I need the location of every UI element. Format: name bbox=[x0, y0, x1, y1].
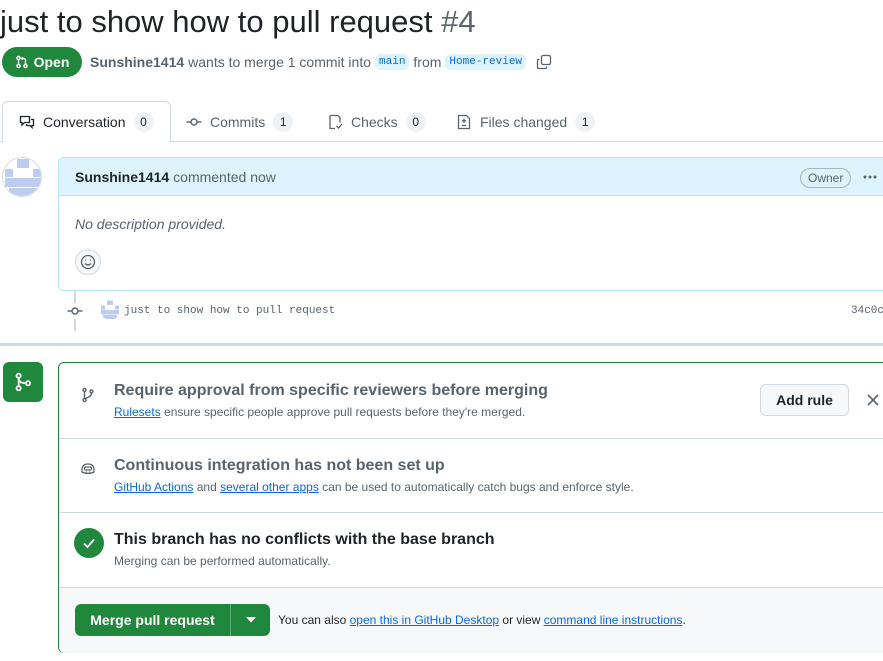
copilot-icon bbox=[77, 458, 99, 480]
pr-number: #4 bbox=[441, 4, 476, 39]
tab-conversation-label: Conversation bbox=[43, 114, 126, 130]
smiley-icon[interactable] bbox=[75, 249, 101, 275]
merge-alternatives-text: You can also open this in GitHub Desktop… bbox=[278, 613, 686, 627]
add-rule-button[interactable]: Add rule bbox=[760, 384, 849, 416]
triangle-down-icon bbox=[245, 617, 256, 623]
tab-checks[interactable]: Checks 0 bbox=[327, 101, 426, 142]
section-divider bbox=[59, 438, 883, 439]
pr-title: just to show how to pull request #4 bbox=[0, 2, 476, 42]
pr-title-text: just to show how to pull request bbox=[0, 4, 433, 39]
tab-checks-count: 0 bbox=[405, 111, 426, 132]
pr-meta-text: wants to merge 1 commit into bbox=[188, 54, 372, 70]
avatar[interactable] bbox=[100, 300, 120, 320]
git-merge-icon bbox=[3, 362, 43, 402]
timeline-divider bbox=[0, 343, 883, 346]
commit-sha-link[interactable]: 34c0c bbox=[851, 305, 883, 317]
tab-checks-label: Checks bbox=[351, 113, 398, 130]
ci-title: Continuous integration has not been set … bbox=[114, 457, 445, 474]
commit-message-link[interactable]: just to show how to pull request bbox=[124, 305, 335, 317]
head-branch[interactable]: Home-review bbox=[445, 54, 527, 70]
footer-prefix: You can also bbox=[278, 613, 347, 627]
git-pull-request-icon bbox=[15, 55, 29, 69]
comment-discussion-icon bbox=[19, 114, 35, 130]
tab-commits-count: 1 bbox=[273, 111, 294, 132]
git-branch-icon bbox=[77, 384, 99, 406]
pr-state-label: Open bbox=[33, 54, 70, 70]
merge-button-group: Merge pull request bbox=[75, 604, 270, 636]
tab-conversation-count: 0 bbox=[133, 112, 154, 132]
pr-state-badge: Open bbox=[2, 47, 82, 77]
file-diff-icon bbox=[456, 114, 472, 130]
rules-title: Require approval from specific reviewers… bbox=[114, 382, 548, 399]
tab-files-changed-label: Files changed bbox=[480, 113, 568, 130]
comment-header: Sunshine1414 commented now bbox=[59, 158, 883, 196]
conflicts-title: This branch has no conflicts with the ba… bbox=[114, 531, 495, 548]
check-icon bbox=[74, 528, 104, 558]
merge-box: Require approval from specific reviewers… bbox=[58, 362, 883, 653]
merge-options-dropdown[interactable] bbox=[230, 604, 270, 636]
pr-tabs: Conversation 0 Commits 1 Checks 0 Files … bbox=[0, 101, 883, 143]
tab-commits-label: Commits bbox=[210, 113, 266, 130]
ci-and-text: and bbox=[196, 480, 217, 494]
base-branch[interactable]: main bbox=[375, 54, 410, 70]
ci-text: can be used to automatically catch bugs … bbox=[322, 480, 634, 494]
merge-pull-request-button[interactable]: Merge pull request bbox=[75, 604, 230, 636]
command-line-instructions-link[interactable]: command line instructions bbox=[544, 613, 683, 627]
git-commit-icon bbox=[66, 303, 84, 319]
pr-meta: Sunshine1414 wants to merge 1 commit int… bbox=[90, 52, 552, 72]
checklist-icon bbox=[327, 114, 343, 130]
pr-from-text: from bbox=[413, 54, 442, 70]
avatar[interactable] bbox=[2, 157, 42, 197]
tab-commits[interactable]: Commits 1 bbox=[186, 101, 294, 142]
comment-time[interactable]: commented now bbox=[173, 169, 276, 185]
copy-icon[interactable] bbox=[536, 54, 552, 70]
comment-author[interactable]: Sunshine1414 bbox=[75, 169, 169, 185]
github-actions-link[interactable]: GitHub Actions bbox=[114, 480, 193, 494]
conflicts-description: Merging can be performed automatically. bbox=[114, 554, 331, 568]
github-desktop-link[interactable]: open this in GitHub Desktop bbox=[350, 613, 499, 627]
owner-badge: Owner bbox=[800, 168, 852, 188]
section-divider bbox=[59, 512, 883, 513]
rules-text: ensure specific people approve pull requ… bbox=[164, 405, 526, 419]
comment-card: Sunshine1414 commented now Owner No desc… bbox=[58, 157, 883, 291]
merge-footer: Merge pull request You can also open thi… bbox=[59, 587, 883, 653]
other-apps-link[interactable]: several other apps bbox=[220, 480, 319, 494]
tab-files-changed[interactable]: Files changed 1 bbox=[456, 101, 596, 142]
close-icon[interactable] bbox=[864, 391, 882, 409]
pr-author-link[interactable]: Sunshine1414 bbox=[90, 54, 184, 70]
git-commit-icon bbox=[186, 114, 202, 130]
footer-suffix: . bbox=[682, 613, 686, 627]
comment-body: No description provided. bbox=[75, 216, 226, 232]
tab-files-changed-count: 1 bbox=[575, 111, 596, 132]
rules-description: Rulesets ensure specific people approve … bbox=[114, 405, 525, 419]
rulesets-link[interactable]: Rulesets bbox=[114, 405, 161, 419]
tab-conversation[interactable]: Conversation 0 bbox=[2, 101, 171, 143]
kebab-menu-icon[interactable] bbox=[859, 166, 881, 188]
footer-middle: or view bbox=[502, 613, 541, 627]
ci-description: GitHub Actions and several other apps ca… bbox=[114, 480, 634, 494]
